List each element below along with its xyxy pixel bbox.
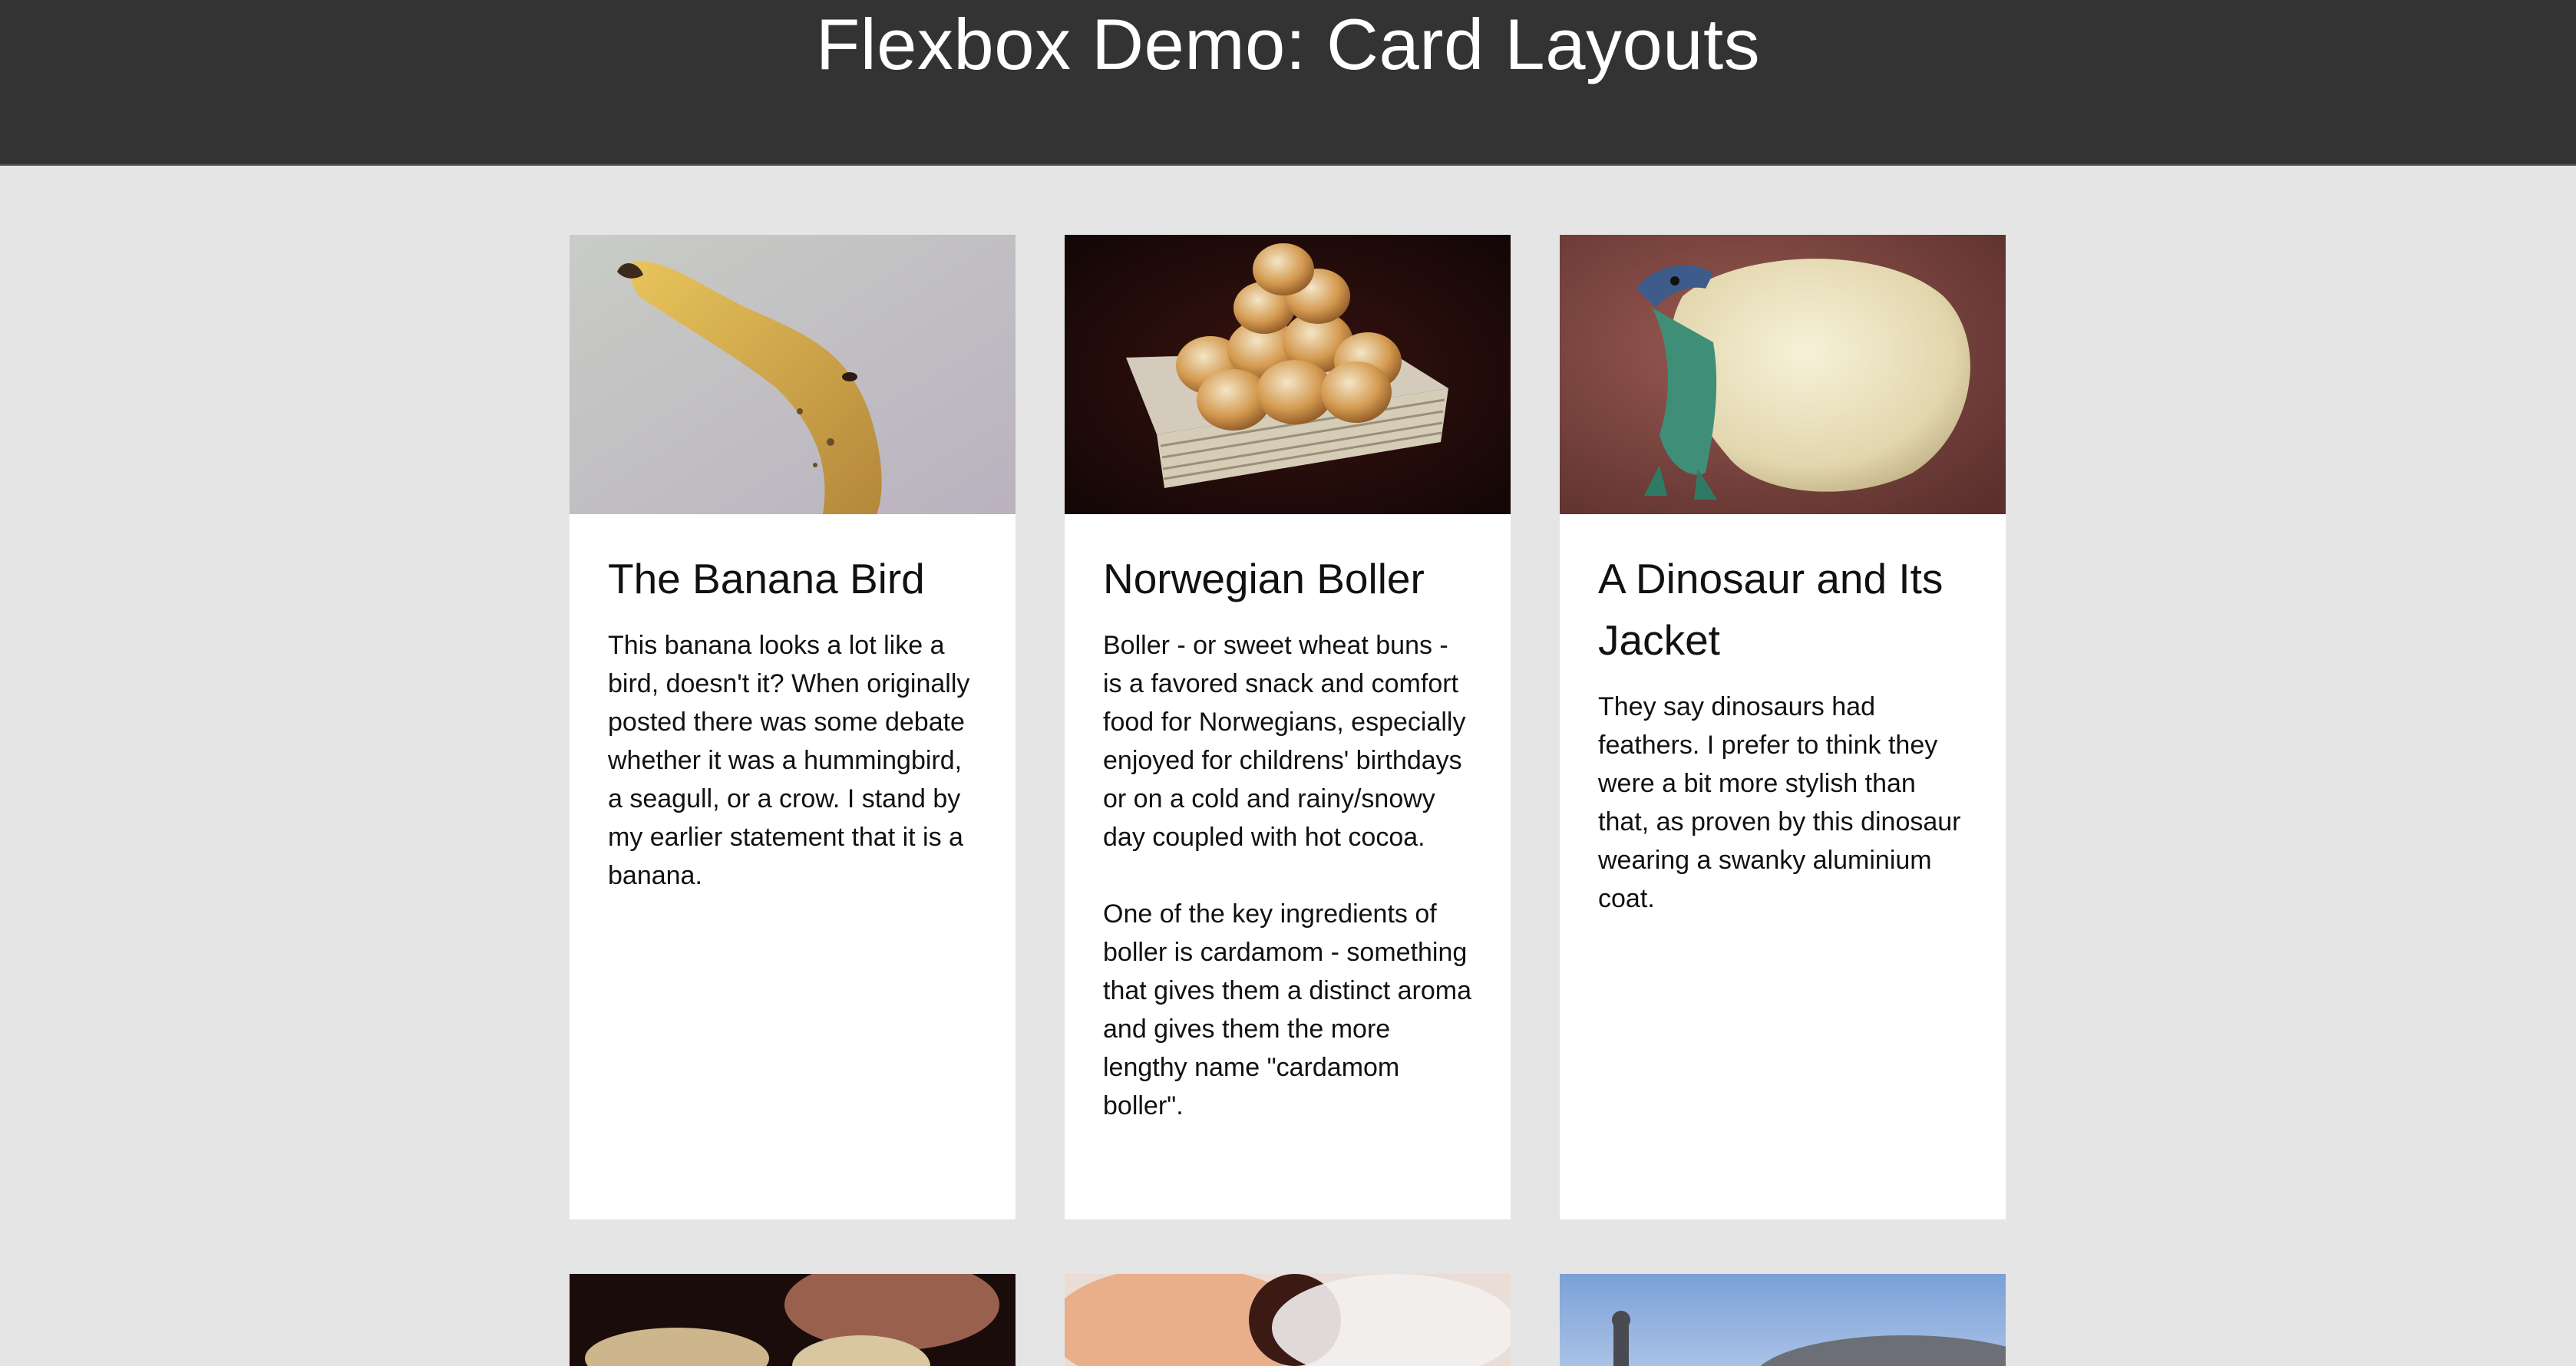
card-dinosaur-jacket: A Dinosaur and Its Jacket They say dinos… <box>1560 235 2006 1219</box>
card-photo-bottom-2 <box>1065 1274 1511 1366</box>
card-title: A Dinosaur and Its Jacket <box>1598 555 1944 664</box>
card-text: They say dinosaurs had feathers. I prefe… <box>1598 692 1961 913</box>
page-title: Flexbox Demo: Card Layouts <box>815 4 1761 84</box>
card-photo-bottom-1 <box>570 1274 1016 1366</box>
card-text: This banana looks a lot like a bird, doe… <box>608 631 970 890</box>
card-banana-bird: The Banana Bird This banana looks a lot … <box>570 235 1016 1219</box>
page-header: Flexbox Demo: Card Layouts <box>0 0 2576 166</box>
card-text: Boller - or sweet wheat buns - is a favo… <box>1103 631 1466 852</box>
boller-photo <box>1065 235 1511 514</box>
card-text: One of the key ingredients of boller is … <box>1103 899 1472 1120</box>
card-title: The Banana Bird <box>608 555 925 602</box>
card-photo-bottom-3 <box>1560 1274 2006 1366</box>
dinosaur-photo <box>1560 235 2006 514</box>
card-norwegian-boller: Norwegian Boller Boller - or sweet wheat… <box>1065 235 1511 1219</box>
card-title: Norwegian Boller <box>1103 555 1425 602</box>
banana-photo <box>570 235 1016 514</box>
